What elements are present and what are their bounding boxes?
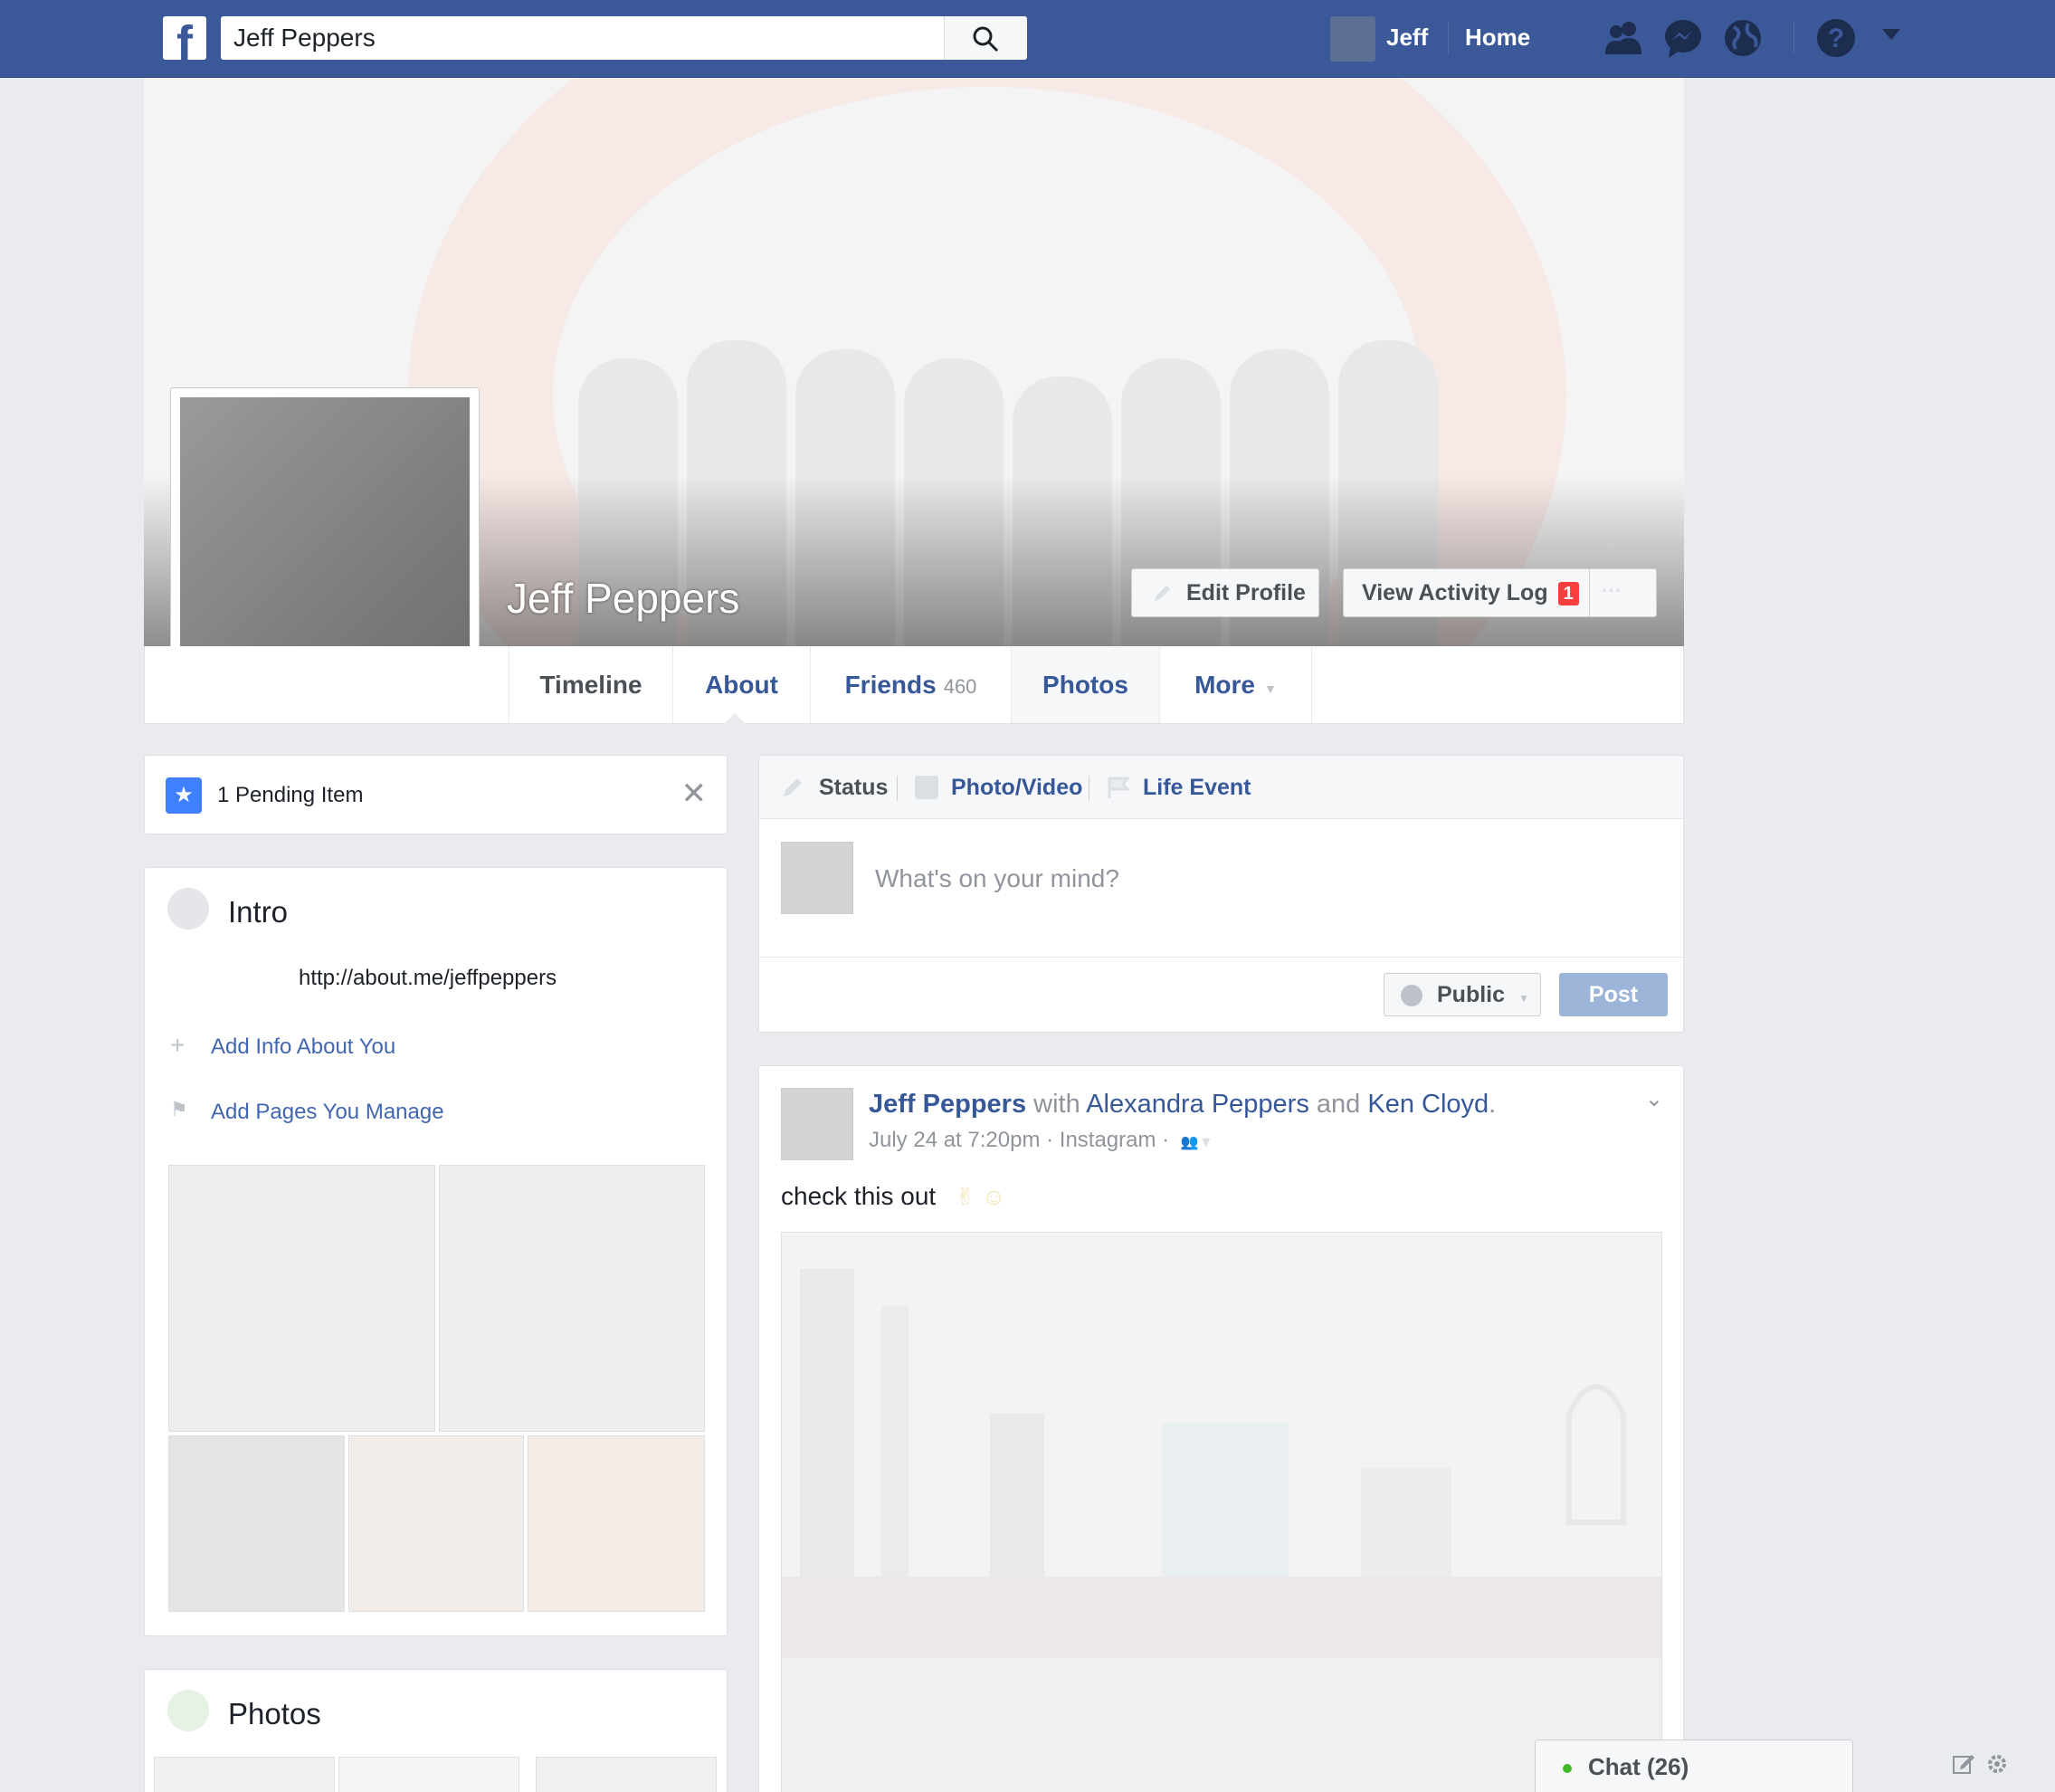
camera-icon [915, 776, 938, 799]
featured-photo[interactable] [168, 1165, 435, 1432]
globe-icon [1401, 985, 1422, 1006]
tab-photos[interactable]: Photos [1012, 646, 1160, 723]
post-composer: Status Photo/Video Life Event What's on … [758, 755, 1684, 1033]
friend-requests-icon[interactable] [1602, 16, 1645, 64]
chat-settings-gear-icon[interactable] [1985, 1752, 2009, 1776]
more-options-button[interactable]: ··· [1602, 579, 1622, 603]
activity-log-badge: 1 [1557, 582, 1579, 606]
post-author-avatar[interactable] [781, 1088, 853, 1160]
pending-items-card[interactable]: ★ 1 Pending Item ✕ [144, 755, 728, 834]
add-info-link[interactable]: Add Info About You [211, 1034, 395, 1060]
emoji-icon: ✌ ☺ [955, 1183, 1006, 1210]
search-button[interactable] [944, 16, 1027, 60]
feed-post: Jeff Peppers with Alexandra Peppers and … [758, 1065, 1684, 1792]
photo-thumbnail[interactable] [338, 1757, 519, 1792]
svg-text:?: ? [1828, 24, 1844, 53]
composer-tabs: Status Photo/Video Life Event [759, 756, 1683, 819]
intro-card: Intro http://about.me/jeffpeppers + Add … [144, 867, 728, 1636]
post-timestamp[interactable]: July 24 at 7:20pm · Instagram · [869, 1128, 1169, 1152]
intro-title: Intro [228, 895, 289, 929]
pencil-icon [781, 776, 804, 799]
post-header-period: . [1489, 1090, 1497, 1119]
chevron-down-icon: ▼ [1517, 992, 1529, 1005]
featured-photo[interactable] [439, 1165, 705, 1432]
post-meta[interactable]: July 24 at 7:20pm · Instagram · 👥▼ [869, 1128, 1213, 1153]
edit-profile-label: Edit Profile [1186, 580, 1306, 605]
pending-items-label: 1 Pending Item [217, 783, 364, 807]
post-options-chevron-icon[interactable]: ⌄ [1645, 1086, 1663, 1112]
plus-icon: + [170, 1031, 186, 1059]
audience-label: Public [1437, 982, 1506, 1007]
button-divider [1589, 569, 1590, 616]
activity-log-label: View Activity Log [1362, 580, 1548, 605]
composer-tab-life-event[interactable]: Life Event [1143, 775, 1251, 801]
star-icon: ★ [166, 777, 202, 814]
profile-picture-image [180, 397, 470, 685]
pencil-icon [1155, 586, 1170, 601]
add-pages-link[interactable]: Add Pages You Manage [211, 1100, 444, 1125]
nav-avatar[interactable] [1330, 16, 1375, 62]
photo-thumbnail[interactable] [154, 1757, 335, 1792]
composer-avatar [781, 842, 853, 914]
notifications-globe-icon[interactable] [1721, 16, 1765, 64]
friends-audience-icon[interactable]: 👥▼ [1181, 1135, 1213, 1150]
flag-icon [1107, 776, 1131, 799]
search-icon [973, 26, 999, 52]
composer-tab-status[interactable]: Status [819, 775, 888, 801]
flag-icon: ⚑ [170, 1098, 188, 1120]
tab-about[interactable]: About [673, 646, 811, 723]
post-photo[interactable] [781, 1232, 1662, 1792]
compose-message-icon[interactable] [1952, 1753, 1975, 1777]
composer-tab-photo-video[interactable]: Photo/Video [951, 775, 1082, 801]
stadium-photo-illustration [782, 1233, 1661, 1792]
tagged-person-link[interactable]: Alexandra Peppers [1086, 1090, 1309, 1119]
search-input[interactable]: Jeff Peppers [221, 16, 1027, 60]
edit-profile-button[interactable]: Edit Profile [1131, 568, 1319, 617]
intro-website-link[interactable]: http://about.me/jeffpeppers [299, 966, 557, 991]
photos-title: Photos [228, 1697, 321, 1730]
nav-divider [1793, 22, 1794, 54]
account-menu-caret-icon[interactable] [1880, 27, 1902, 46]
profile-name[interactable]: Jeff Peppers [507, 574, 739, 623]
post-button[interactable]: Post [1559, 973, 1668, 1016]
photo-thumbnail[interactable] [536, 1757, 717, 1792]
audience-selector[interactable]: Public ▼ [1384, 973, 1541, 1016]
featured-photo[interactable] [348, 1435, 524, 1612]
nav-divider [1448, 22, 1449, 54]
help-icon[interactable]: ? [1814, 16, 1858, 64]
profile-tab-bar: Timeline About Friends 460 Photos More ▼ [144, 646, 1684, 724]
post-header: Jeff Peppers with Alexandra Peppers and … [869, 1090, 1496, 1120]
top-navigation-bar: f Jeff Peppers Jeff Home ? [0, 0, 2055, 78]
chevron-down-icon: ▼ [1264, 682, 1277, 696]
active-tab-indicator [724, 713, 746, 724]
composer-tab-divider [897, 776, 898, 801]
composer-input[interactable]: What's on your mind? [875, 864, 1119, 893]
chat-label: Chat (26) [1588, 1753, 1689, 1780]
tab-friends[interactable]: Friends 460 [811, 646, 1012, 723]
post-and-text: and [1316, 1090, 1361, 1119]
facebook-logo-icon[interactable]: f [163, 16, 206, 60]
nav-profile-link[interactable]: Jeff [1386, 24, 1428, 52]
friends-count: 460 [943, 675, 977, 698]
featured-photo[interactable] [528, 1435, 705, 1612]
messenger-icon[interactable] [1661, 16, 1705, 64]
chat-bar[interactable]: Chat (26) [1535, 1740, 1974, 1792]
close-icon[interactable]: ✕ [681, 776, 708, 812]
featured-photo[interactable] [168, 1435, 345, 1612]
tagged-person-link[interactable]: Ken Cloyd [1367, 1090, 1489, 1119]
photos-icon [167, 1690, 209, 1731]
photos-card: Photos [144, 1669, 728, 1792]
tab-timeline[interactable]: Timeline [509, 646, 673, 723]
online-status-dot [1563, 1764, 1572, 1773]
globe-icon [167, 888, 209, 929]
post-with-text: with [1033, 1090, 1080, 1119]
tab-more[interactable]: More ▼ [1160, 646, 1312, 723]
nav-home-link[interactable]: Home [1465, 24, 1530, 52]
composer-divider [759, 957, 1683, 958]
post-text: check this out ✌ ☺ [781, 1182, 1006, 1210]
post-author-link[interactable]: Jeff Peppers [869, 1090, 1026, 1119]
